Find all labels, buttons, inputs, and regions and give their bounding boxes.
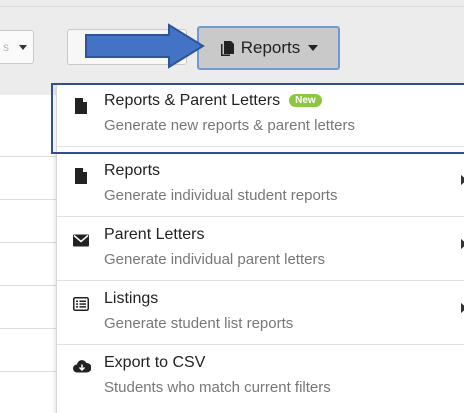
menu-item-description: Generate new reports & parent letters bbox=[104, 117, 355, 134]
menu-item-description: Generate student list reports bbox=[104, 315, 294, 332]
toolbar: s Reports bbox=[0, 0, 464, 95]
caret-down-icon bbox=[19, 45, 27, 50]
annotation-arrow bbox=[85, 23, 205, 69]
row-divider bbox=[0, 199, 56, 200]
caret-down-icon bbox=[308, 45, 319, 51]
new-badge: New bbox=[289, 94, 322, 107]
reports-button-label: Reports bbox=[240, 38, 301, 57]
row-divider bbox=[0, 242, 56, 243]
file-icon bbox=[75, 168, 87, 184]
menu-item-reports-parent-letters[interactable]: Reports & Parent Letters New Generate new… bbox=[57, 83, 464, 147]
menu-item-reports[interactable]: Reports Generate individual student repo… bbox=[57, 153, 464, 217]
row-divider bbox=[0, 285, 56, 286]
menu-item-description: Generate individual student reports bbox=[104, 187, 338, 204]
file-icon bbox=[75, 98, 87, 114]
menu-item-listings[interactable]: Listings Generate student list reports bbox=[57, 281, 464, 345]
row-divider bbox=[0, 156, 56, 157]
reports-dropdown-menu: Reports & Parent Letters New Generate new… bbox=[56, 83, 464, 413]
menu-item-export-csv[interactable]: Export to CSV Students who match current… bbox=[57, 345, 464, 409]
left-dropdown-label: s bbox=[3, 40, 9, 54]
row-divider bbox=[0, 371, 56, 372]
copy-icon bbox=[220, 40, 234, 56]
menu-item-description: Students who match current filters bbox=[104, 379, 331, 396]
menu-item-title: Listings bbox=[104, 290, 159, 307]
menu-item-title: Reports bbox=[104, 162, 161, 179]
envelope-icon bbox=[73, 234, 89, 247]
toolbar-divider bbox=[0, 6, 464, 7]
menu-item-title: Parent Letters bbox=[104, 226, 205, 243]
list-icon bbox=[73, 297, 89, 311]
cloud-download-icon bbox=[73, 360, 91, 373]
left-dropdown-button[interactable]: s bbox=[0, 30, 34, 64]
row-divider bbox=[0, 328, 56, 329]
reports-dropdown-button[interactable]: Reports bbox=[197, 26, 340, 70]
menu-item-parent-letters[interactable]: Parent Letters Generate individual paren… bbox=[57, 217, 464, 281]
menu-item-title: Reports & Parent Letters New bbox=[104, 92, 322, 110]
menu-item-title: Export to CSV bbox=[104, 354, 206, 371]
menu-item-description: Generate individual parent letters bbox=[104, 251, 325, 268]
